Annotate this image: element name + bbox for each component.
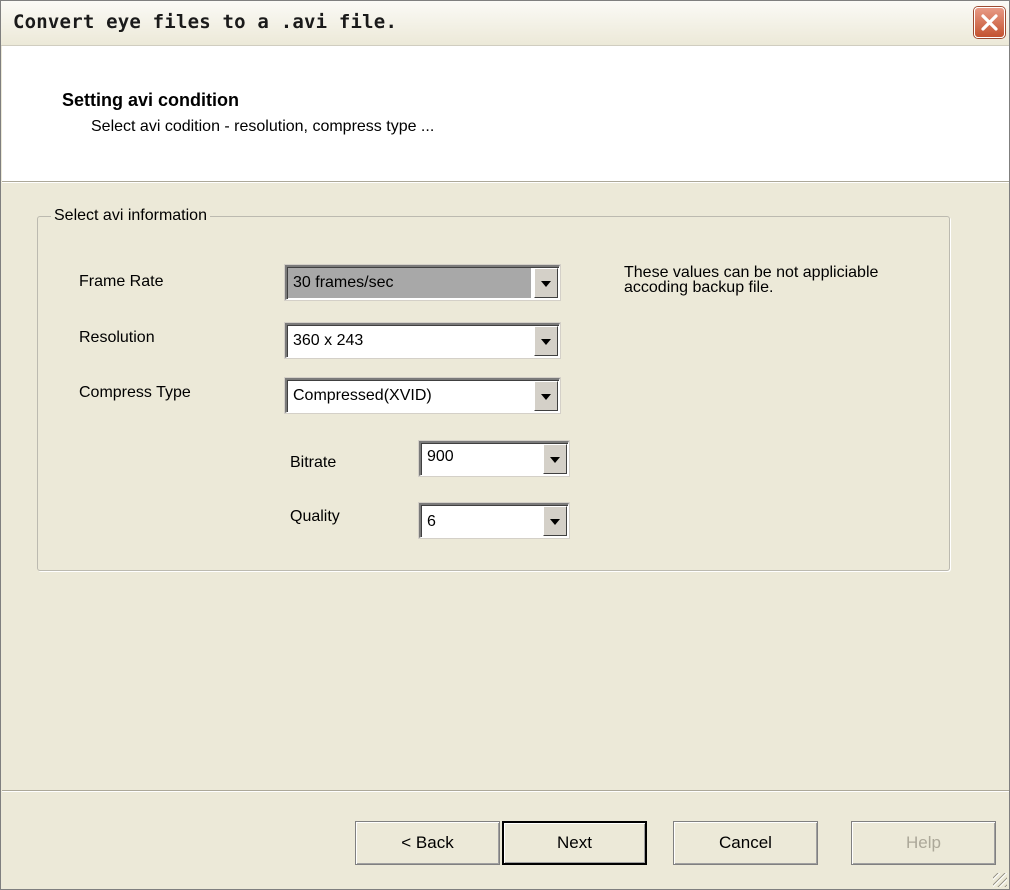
compress-type-select[interactable]: Compressed(XVID) [285, 378, 560, 413]
chevron-down-icon[interactable] [534, 326, 558, 356]
chevron-down-icon[interactable] [534, 268, 558, 298]
chevron-down-icon[interactable] [543, 506, 567, 536]
bitrate-value: 900 [427, 448, 454, 465]
wizard-header: Setting avi condition Select avi coditio… [2, 46, 1009, 182]
dialog-window: Convert eye files to a .avi file. Settin… [0, 0, 1010, 890]
next-button[interactable]: Next [502, 821, 647, 865]
resize-grip-icon[interactable] [993, 873, 1007, 887]
header-title: Setting avi condition [62, 90, 240, 110]
resolution-value: 360 x 243 [293, 332, 364, 349]
frame-rate-select[interactable]: 30 frames/sec [285, 265, 560, 300]
back-button[interactable]: < Back [355, 821, 500, 865]
applicability-note: These values can be not appliciable acco… [624, 264, 879, 296]
window-title: Convert eye files to a .avi file. [13, 11, 398, 33]
close-icon [981, 14, 998, 31]
bitrate-select[interactable]: 900 [419, 441, 569, 476]
groupbox-legend: Select avi information [51, 207, 210, 225]
header-divider [2, 182, 1009, 183]
frame-rate-label: Frame Rate [79, 273, 164, 290]
compress-type-label: Compress Type [79, 384, 191, 401]
quality-select[interactable]: 6 [419, 503, 569, 538]
quality-label: Quality [290, 508, 340, 525]
help-button[interactable]: Help [851, 821, 996, 865]
close-button[interactable] [974, 7, 1005, 38]
title-bar[interactable]: Convert eye files to a .avi file. [1, 1, 1009, 46]
chevron-down-icon[interactable] [534, 381, 558, 411]
cancel-button[interactable]: Cancel [673, 821, 818, 865]
footer-divider [2, 790, 1009, 792]
resolution-label: Resolution [79, 329, 155, 346]
quality-value: 6 [427, 513, 436, 530]
resolution-select[interactable]: 360 x 243 [285, 323, 560, 358]
header-subtitle: Select avi codition - resolution, compre… [91, 118, 435, 135]
bitrate-label: Bitrate [290, 454, 337, 471]
compress-type-value: Compressed(XVID) [293, 387, 432, 404]
frame-rate-value: 30 frames/sec [288, 268, 531, 298]
chevron-down-icon[interactable] [543, 444, 567, 474]
